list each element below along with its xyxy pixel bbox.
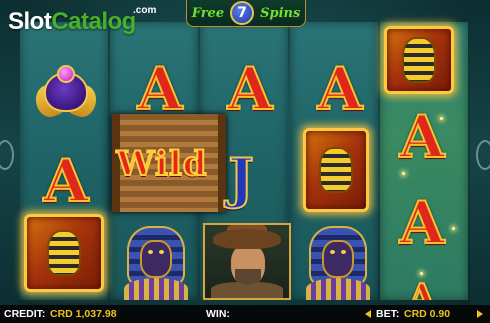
scarab-symbol [28,52,104,124]
letter-a: A [226,55,273,123]
credit-label: CREDIT: [4,308,46,320]
right-edge-ring [476,140,490,170]
letter-a: A [136,55,183,123]
game-stage: A A A A Wild J A A A SlotCatalog .com Fr… [0,0,490,323]
explorer-symbol [203,223,291,300]
letter-a: A [42,147,89,215]
bet-value: CRD 0.90 [404,308,451,320]
symbol-a: A [392,106,452,168]
pharaoh-collar [306,278,370,300]
pharaoh-eye [330,250,335,254]
letter-a: A [398,103,445,171]
symbol-a-partial: A [396,282,448,300]
pharaoh-mask-icon [47,230,81,276]
symbol-a: A [210,58,290,120]
right-frame-edge [470,0,490,305]
bet-decrease-icon[interactable] [365,310,371,318]
sparkle [402,172,405,175]
letter-j: J [227,146,255,210]
pharaoh-eye [341,250,346,254]
scarab-gem [57,64,75,83]
free-spins-banner: Free 7 Spins [186,0,306,27]
symbol-a: A [28,150,104,212]
symbol-a: A [300,58,380,120]
letter-a: A [407,282,437,300]
symbol-j: J [212,148,270,208]
book-of-dead-symbol [303,128,369,212]
pharaoh-face [322,240,354,278]
symbol-a: A [392,192,452,254]
book-of-dead-symbol [384,26,454,94]
book-of-dead-symbol [24,214,104,292]
slotcatalog-logo: SlotCatalog .com [8,5,156,36]
logo-text-catalog: Catalog [51,8,136,35]
pharaoh-eye [148,250,153,254]
credit-value: CRD 1,037.98 [50,308,117,320]
wild-label: Wild [115,143,208,185]
pharaoh-collar [124,278,188,300]
banner-word-spins: Spins [260,5,301,21]
free-spins-count: 7 [230,1,255,25]
bet-increase-icon[interactable] [477,310,483,318]
left-edge-ring [0,140,14,170]
bet-label: BET: [376,308,400,320]
explorer-frame [203,223,291,300]
win-label: WIN: [206,308,230,320]
pharaoh-symbol [300,220,376,300]
sparkle [452,227,455,230]
banner-word-free: Free [191,5,225,21]
letter-a: A [398,189,445,257]
sparkle [420,272,423,275]
pharaoh-mask-icon [319,147,353,193]
left-frame-edge [0,0,20,305]
letter-a: A [316,55,363,123]
symbol-a: A [120,58,200,120]
pharaoh-eye [159,250,164,254]
logo-text-com: .com [133,5,157,16]
pharaoh-symbol [118,220,194,300]
pharaoh-face [140,240,172,278]
logo-text-slot: Slot [8,8,52,35]
pharaoh-mask-icon [402,37,436,83]
status-bar: CREDIT: CRD 1,037.98 WIN: BET: CRD 0.90 [0,305,490,323]
